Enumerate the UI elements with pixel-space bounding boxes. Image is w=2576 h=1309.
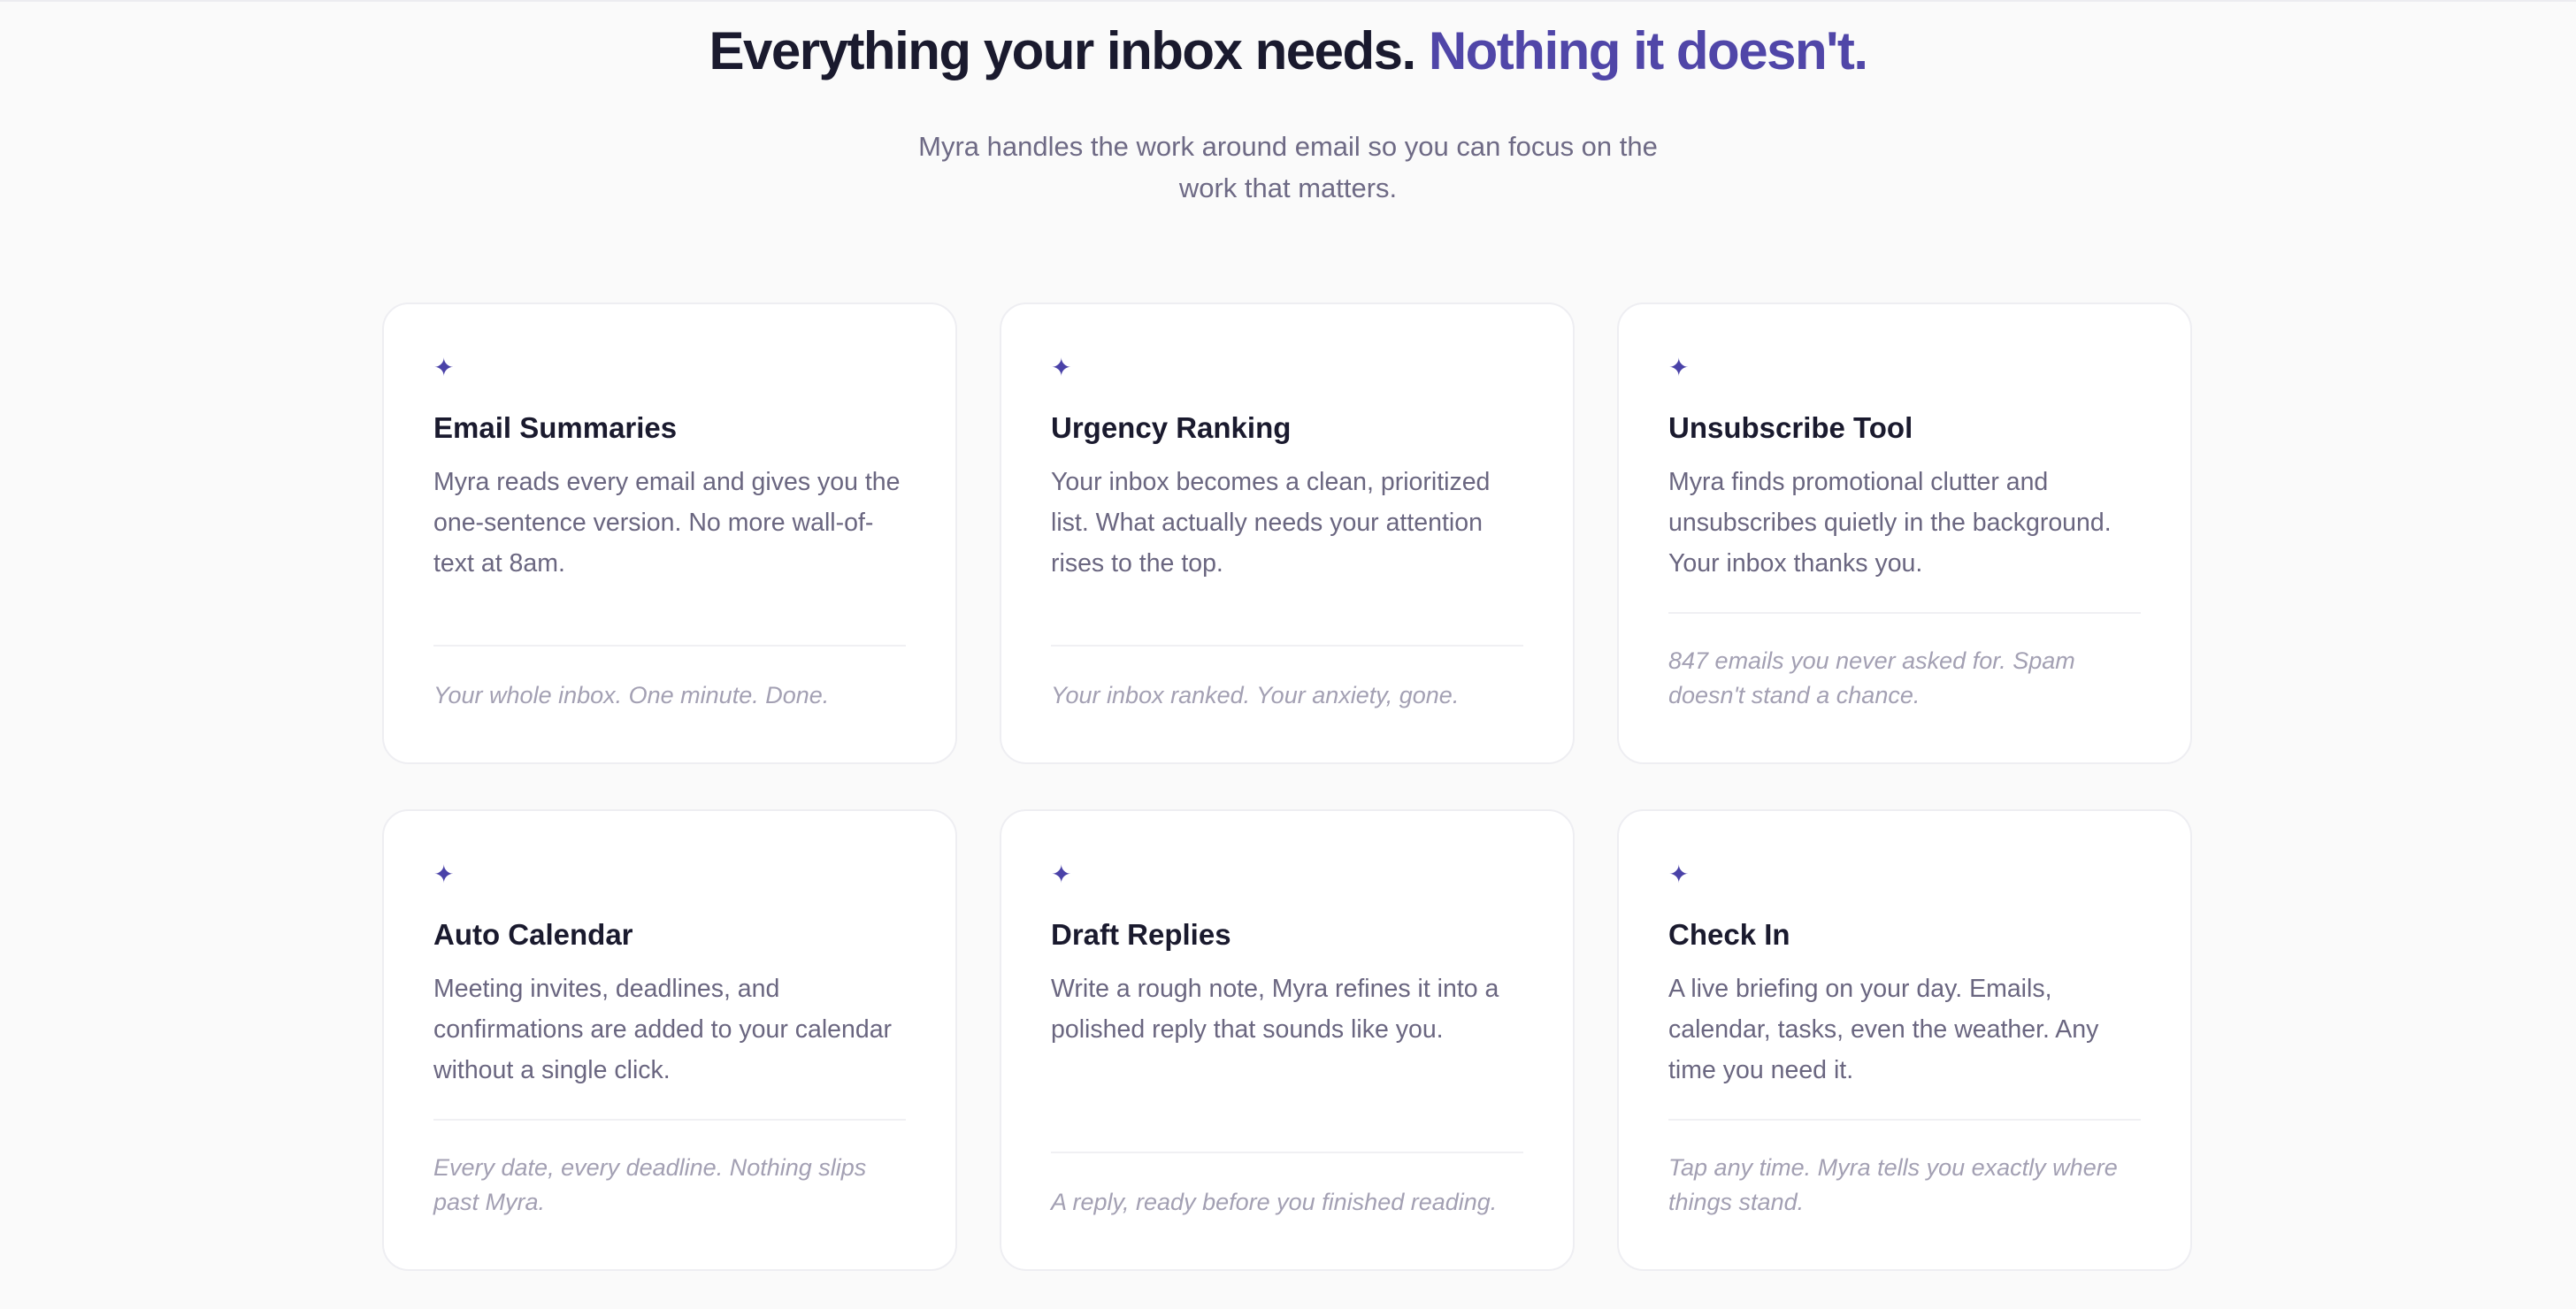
feature-card-unsubscribe-tool: ✦ Unsubscribe Tool Myra finds promotiona… (1617, 302, 2192, 764)
feature-card-check-in: ✦ Check In A live briefing on your day. … (1617, 809, 2192, 1271)
feature-tagline: A reply, ready before you finished readi… (1051, 1189, 1498, 1215)
sparkle-icon: ✦ (433, 860, 455, 889)
feature-title: Auto Calendar (433, 918, 633, 951)
headline-main: Everything your inbox needs. (709, 21, 1416, 80)
feature-footer: Your inbox ranked. Your anxiety, gone. (1051, 645, 1523, 713)
feature-tagline: 847 emails you never asked for. Spam doe… (1668, 647, 2075, 708)
feature-tagline: Your whole inbox. One minute. Done. (433, 682, 830, 708)
features-hero: Everything your inbox needs. Nothing it … (0, 0, 2576, 209)
feature-footer: Tap any time. Myra tells you exactly whe… (1668, 1119, 2141, 1220)
sparkle-icon: ✦ (1668, 860, 1690, 889)
feature-tagline: Tap any time. Myra tells you exactly whe… (1668, 1154, 2118, 1215)
feature-title: Urgency Ranking (1051, 411, 1292, 444)
feature-title: Draft Replies (1051, 918, 1231, 951)
feature-grid: ✦ Email Summaries Myra reads every email… (382, 302, 2192, 1271)
section-subheadline: Myra handles the work around email so yo… (918, 131, 1658, 203)
sparkle-icon: ✦ (433, 353, 455, 382)
feature-description: Meeting invites, deadlines, and confirma… (433, 975, 893, 1084)
feature-card-draft-replies: ✦ Draft Replies Write a rough note, Myra… (1000, 809, 1575, 1271)
feature-title: Check In (1668, 918, 1790, 951)
sparkle-icon: ✦ (1051, 860, 1072, 889)
feature-tagline: Every date, every deadline. Nothing slip… (433, 1154, 867, 1215)
feature-card-auto-calendar: ✦ Auto Calendar Meeting invites, deadlin… (382, 809, 957, 1271)
feature-footer: Every date, every deadline. Nothing slip… (433, 1119, 906, 1220)
feature-description: Myra finds promotional clutter and unsub… (1668, 468, 2112, 578)
feature-title: Unsubscribe Tool (1668, 411, 1913, 444)
headline-accent: Nothing it doesn't. (1428, 21, 1868, 80)
sparkle-icon: ✦ (1668, 353, 1690, 382)
sparkle-icon: ✦ (1051, 353, 1072, 382)
feature-description: Myra reads every email and gives you the… (433, 468, 901, 578)
feature-card-email-summaries: ✦ Email Summaries Myra reads every email… (382, 302, 957, 764)
feature-card-urgency-ranking: ✦ Urgency Ranking Your inbox becomes a c… (1000, 302, 1575, 764)
feature-tagline: Your inbox ranked. Your anxiety, gone. (1051, 682, 1460, 708)
feature-footer: A reply, ready before you finished readi… (1051, 1152, 1523, 1220)
feature-description: A live briefing on your day. Emails, cal… (1668, 975, 2099, 1084)
feature-footer: Your whole inbox. One minute. Done. (433, 645, 906, 713)
feature-description: Your inbox becomes a clean, prioritized … (1051, 468, 1491, 578)
feature-footer: 847 emails you never asked for. Spam doe… (1668, 612, 2141, 713)
feature-description: Write a rough note, Myra refines it into… (1051, 975, 1499, 1044)
feature-title: Email Summaries (433, 411, 678, 444)
section-headline: Everything your inbox needs. Nothing it … (0, 0, 2576, 83)
